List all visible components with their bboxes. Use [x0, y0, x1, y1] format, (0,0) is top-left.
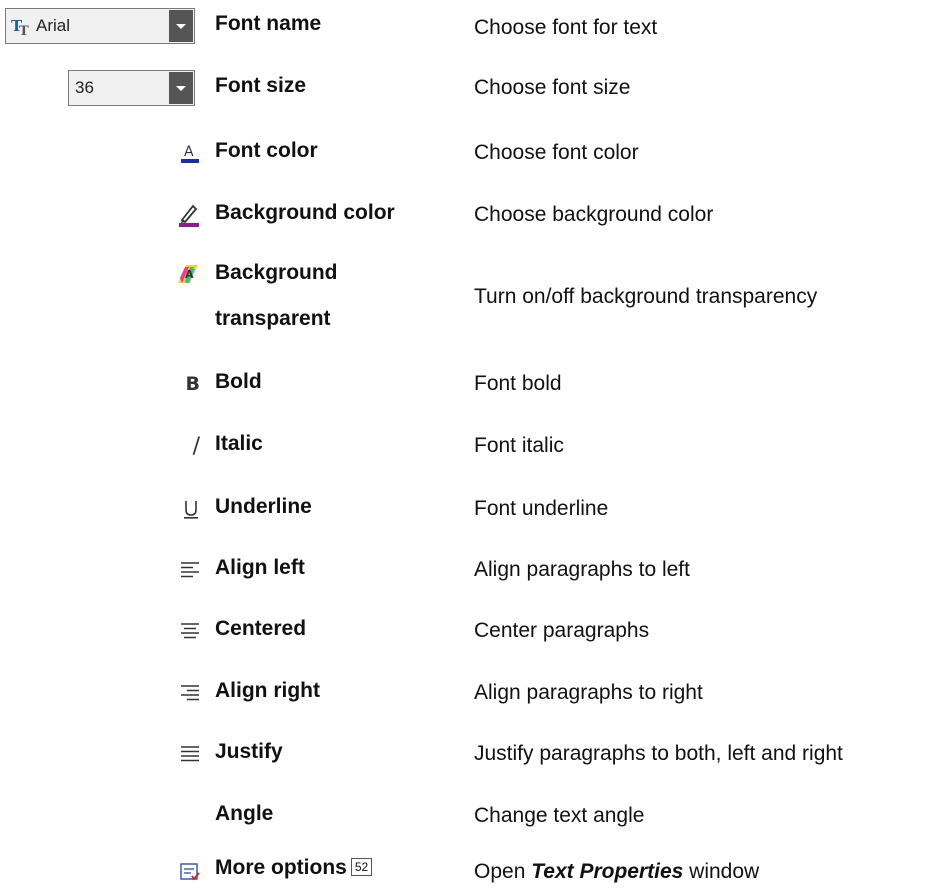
item-name-line-1: Background	[215, 261, 338, 284]
row-angle: Angle Change text angle	[0, 796, 945, 836]
item-description: Choose font color	[474, 141, 639, 164]
row-underline: Underline Font underline	[0, 489, 945, 529]
item-name: Font color	[215, 139, 318, 162]
row-align-left: Align left Align paragraphs to left	[0, 550, 945, 590]
font-color-icon: A	[150, 133, 200, 173]
font-size-dropdown-button[interactable]	[169, 72, 193, 104]
transparent-background-icon: A	[150, 253, 200, 293]
item-name-text: More options	[215, 856, 347, 879]
item-description: Font underline	[474, 497, 609, 520]
item-name: Font name	[215, 12, 322, 35]
item-description: Align paragraphs to left	[474, 558, 690, 581]
desc-suffix: window	[683, 860, 760, 883]
font-name-dropdown-button[interactable]	[169, 10, 193, 42]
row-bold: B Bold Font bold	[0, 364, 945, 404]
row-font-name: T T Arial Font name Choose font for text	[0, 8, 945, 48]
page-reference-link[interactable]: 52	[350, 858, 373, 876]
item-description: Font bold	[474, 372, 562, 395]
row-background-transparent: A Background transparent Turn on/off bac…	[0, 245, 945, 340]
font-name-combo[interactable]: T T Arial	[5, 8, 195, 44]
row-align-right: Align right Align paragraphs to right	[0, 673, 945, 713]
item-description: Choose font for text	[474, 16, 658, 39]
item-name: Align right	[215, 679, 320, 702]
row-italic: / Italic Font italic	[0, 426, 945, 466]
row-font-color: A Font color Choose font color	[0, 133, 945, 173]
item-name: Angle	[215, 802, 274, 825]
truetype-font-icon: T T	[11, 17, 29, 36]
item-name: Bold	[215, 370, 262, 393]
bold-icon: B	[185, 373, 200, 395]
row-justify: Justify Justify paragraphs to both, left…	[0, 734, 945, 774]
chevron-down-icon	[176, 85, 186, 91]
underline-icon	[150, 489, 200, 529]
align-right-icon	[150, 673, 200, 713]
chevron-down-icon	[176, 23, 186, 29]
align-left-icon	[150, 550, 200, 590]
row-more-options: More options 52 Open Text Properties wind…	[0, 852, 945, 892]
item-description: Center paragraphs	[474, 619, 650, 642]
more-options-icon	[150, 852, 200, 892]
item-name: Justify	[215, 740, 283, 763]
item-name: Underline	[215, 495, 312, 518]
desc-prefix: Open	[474, 860, 532, 883]
item-name-line-2: transparent	[215, 307, 331, 330]
font-size-value: 36	[75, 78, 94, 97]
item-name: More options 52	[215, 852, 373, 884]
item-name: Background color	[215, 201, 395, 224]
svg-text:A: A	[184, 144, 194, 160]
highlighter-icon	[150, 195, 200, 235]
item-description: Align paragraphs to right	[474, 681, 703, 704]
align-center-icon	[150, 611, 200, 651]
item-description: Open Text Properties window	[474, 856, 759, 888]
item-description: Choose background color	[474, 203, 714, 226]
italic-icon: /	[192, 433, 200, 459]
justify-icon	[150, 734, 200, 774]
item-name: Font size	[215, 74, 307, 97]
item-name: Centered	[215, 617, 307, 640]
item-description: Font italic	[474, 434, 564, 457]
item-description: Change text angle	[474, 804, 645, 827]
item-description: Turn on/off background transparency	[474, 285, 818, 308]
font-size-combo[interactable]: 36	[68, 70, 195, 106]
row-font-size: 36 Font size Choose font size	[0, 68, 945, 108]
item-name: Italic	[215, 432, 263, 455]
item-name: Align left	[215, 556, 305, 579]
svg-text:A: A	[185, 268, 194, 281]
row-background-color: Background color Choose background color	[0, 195, 945, 235]
desc-window-name: Text Properties	[531, 860, 684, 883]
font-name-value: Arial	[36, 16, 71, 35]
row-centered: Centered Center paragraphs	[0, 611, 945, 651]
item-description: Justify paragraphs to both, left and rig…	[474, 742, 843, 765]
svg-text:T: T	[19, 24, 29, 36]
item-description: Choose font size	[474, 76, 631, 99]
